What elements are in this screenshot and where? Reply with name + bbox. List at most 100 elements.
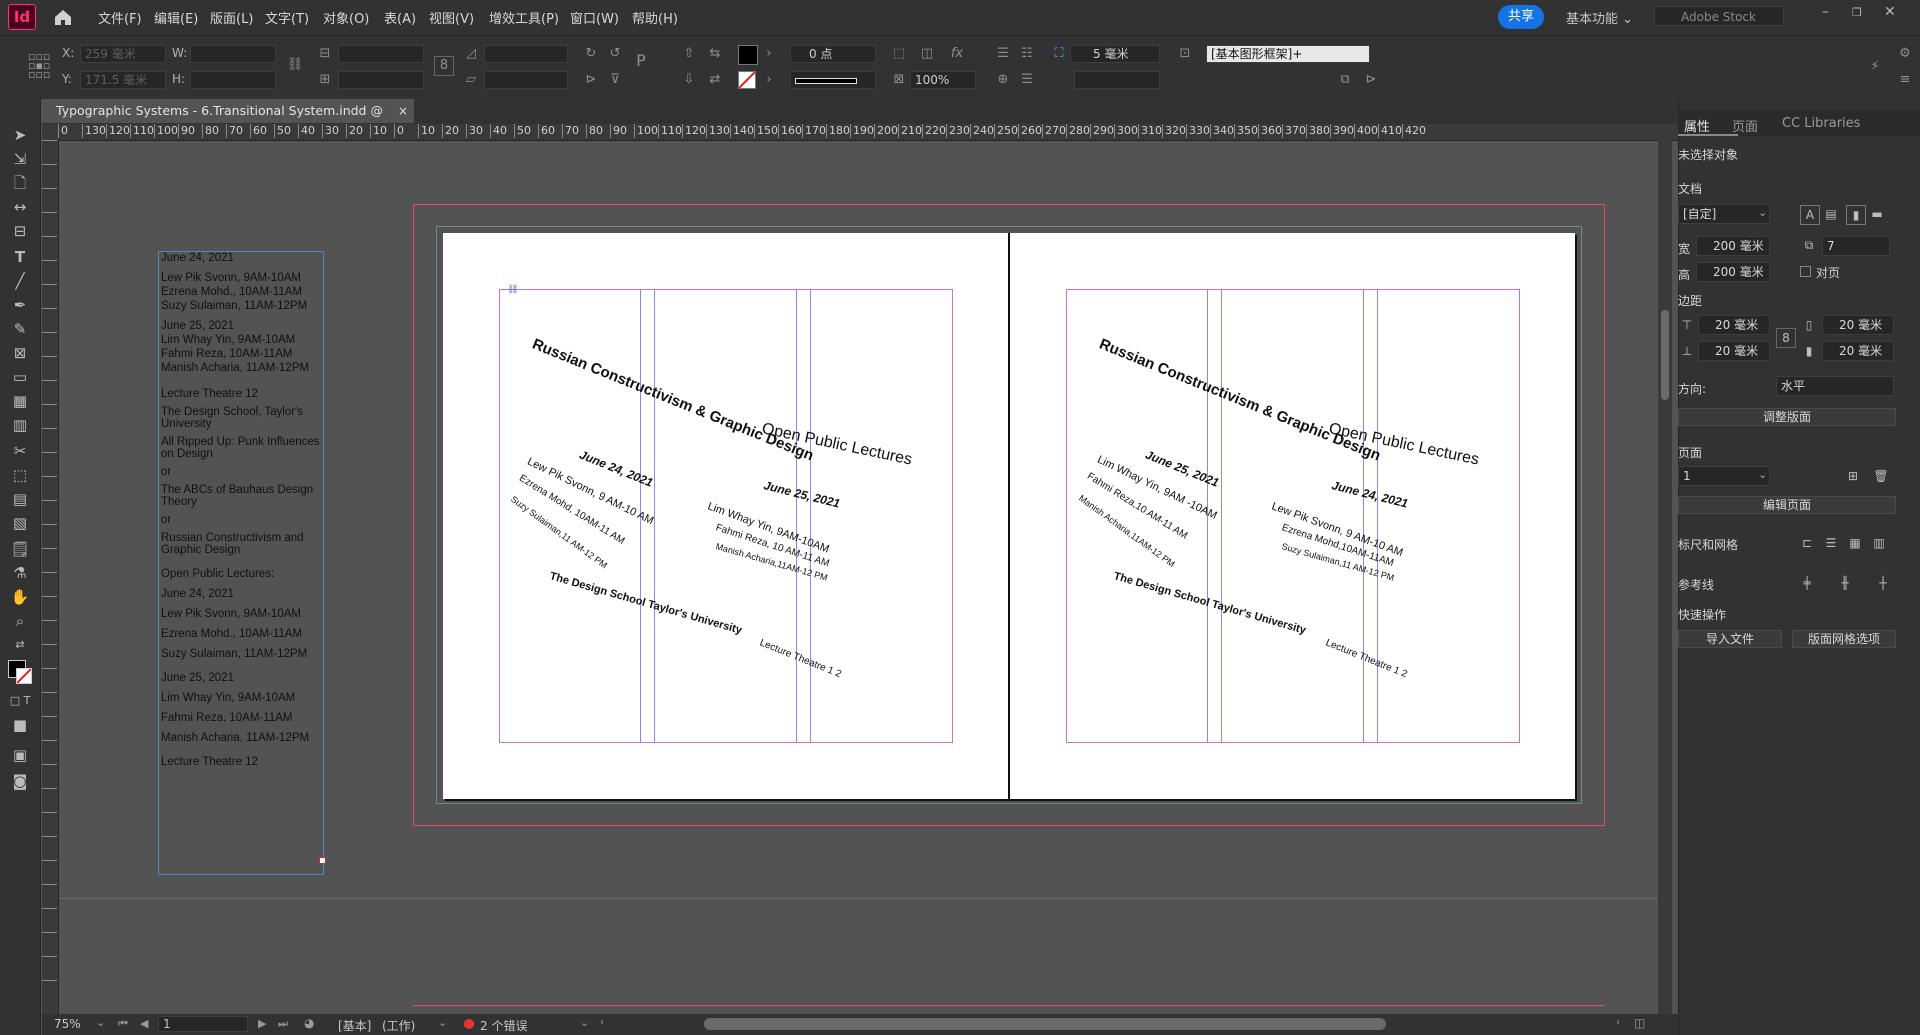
panel-menu-icon[interactable]: ≡: [1896, 71, 1914, 89]
constrain-link-icon[interactable]: ⛓: [286, 56, 304, 74]
portrait-icon[interactable]: ▮: [1846, 205, 1866, 225]
preflight-errors[interactable]: 2 个错误: [480, 1017, 527, 1034]
tab-pages[interactable]: 页面: [1732, 116, 1758, 135]
vertical-scrollbar[interactable]: [1658, 124, 1672, 1014]
line-tool-icon[interactable]: ╱: [8, 270, 32, 292]
clear-overrides-icon[interactable]: ⧉: [1336, 71, 1354, 89]
page-select[interactable]: 1: [1678, 466, 1770, 486]
edit-page-button[interactable]: 编辑页面: [1678, 496, 1896, 514]
margin-top-field[interactable]: 20 毫米: [1698, 315, 1770, 335]
facing-pages-checkbox[interactable]: [1800, 266, 1811, 277]
last-page-icon[interactable]: ⏭: [278, 1017, 288, 1031]
stroke-swatch[interactable]: [738, 71, 756, 89]
align-left-icon[interactable]: ☰: [994, 45, 1012, 63]
menu-item[interactable]: 窗口(W): [570, 8, 619, 27]
content-collector-icon[interactable]: ⊟: [8, 220, 32, 242]
auto-fit-icon[interactable]: ⛶: [1050, 45, 1068, 63]
home-icon[interactable]: [52, 6, 74, 28]
previous-page-icon[interactable]: ◀: [140, 1017, 148, 1030]
export-preset-icon[interactable]: A: [1800, 205, 1820, 225]
share-button[interactable]: 共享: [1498, 5, 1544, 29]
w-field[interactable]: [190, 45, 276, 63]
select-previous-icon[interactable]: ⇆: [706, 45, 724, 63]
preview-mode-icon[interactable]: ◙: [8, 770, 32, 792]
link-chain-icon[interactable]: ⛓: [507, 285, 518, 295]
document-width-field[interactable]: 200 毫米: [1696, 236, 1770, 256]
hand-tool-icon[interactable]: ✋: [8, 586, 32, 608]
vertical-scroll-thumb[interactable]: [1661, 310, 1669, 400]
gap-field[interactable]: 5 毫米: [1070, 45, 1160, 63]
horizontal-scroll-thumb[interactable]: [704, 1018, 1386, 1030]
formatting-container-icon[interactable]: □ T: [8, 690, 32, 712]
landscape-icon[interactable]: ▬: [1868, 205, 1886, 223]
document-tab[interactable]: Typographic Systems - 6.Transitional Sys…: [42, 99, 414, 142]
overset-handle[interactable]: [319, 857, 326, 864]
swap-colors-icon[interactable]: ⇄: [8, 634, 32, 656]
baseline-grid-icon[interactable]: ☰: [1822, 534, 1840, 552]
mode-label[interactable]: (工作): [382, 1017, 415, 1034]
pasteboard-text-frame[interactable]: June 24, 2021 Lew Pik Svonn, 9AM-10AM Ezre…: [158, 251, 324, 875]
first-page-icon[interactable]: ⏮: [118, 1017, 128, 1031]
pen-tool-icon[interactable]: ✒: [8, 294, 32, 316]
menu-item[interactable]: 编辑(E): [154, 8, 198, 27]
select-container-icon[interactable]: ⇧: [680, 45, 698, 63]
stroke-menu-icon[interactable]: ›: [760, 71, 778, 89]
y-field[interactable]: 171.5 毫米: [80, 71, 166, 89]
grid-tool-icon[interactable]: ▥: [8, 414, 32, 436]
split-view-icon[interactable]: ◫: [1634, 1016, 1645, 1030]
screen-mode-icon[interactable]: ▣: [8, 744, 32, 766]
align-center-icon[interactable]: ☷: [1018, 45, 1036, 63]
menu-item[interactable]: 文字(T): [265, 8, 309, 27]
gap-tool-icon[interactable]: ↔: [8, 196, 32, 218]
flip-vertical-icon[interactable]: ⊽: [606, 71, 624, 89]
style-options-icon[interactable]: ⊳: [1362, 71, 1380, 89]
flip-horizontal-icon[interactable]: ⊳: [582, 71, 600, 89]
eyedropper-tool-icon[interactable]: ⚗: [8, 562, 32, 584]
open-page-icon[interactable]: ◕: [304, 1016, 314, 1030]
drop-shadow-icon[interactable]: ◫: [918, 45, 936, 63]
gradient-feather-tool-icon[interactable]: ▧: [8, 512, 32, 534]
effects-fx-icon[interactable]: fx: [948, 45, 966, 63]
document-preset-select[interactable]: [自定]: [1678, 204, 1770, 224]
layout-grid-icon[interactable]: ▥: [1870, 534, 1888, 552]
select-next-icon[interactable]: ⇄: [706, 71, 724, 89]
gradient-swatch-tool-icon[interactable]: ▤: [8, 488, 32, 510]
smart-guides-icon[interactable]: ┼: [1874, 574, 1892, 592]
document-height-field[interactable]: 200 毫米: [1696, 262, 1770, 282]
ruler-origin[interactable]: [42, 124, 58, 140]
menu-item[interactable]: 表(A): [384, 8, 416, 27]
pencil-tool-icon[interactable]: ✎: [8, 318, 32, 340]
margin-bottom-field[interactable]: 20 毫米: [1698, 341, 1770, 361]
scroll-left-icon[interactable]: ‹: [600, 1017, 604, 1028]
fill-swatch[interactable]: [738, 45, 758, 65]
tab-cc-libraries[interactable]: CC Libraries: [1782, 116, 1860, 131]
rotate-ccw-icon[interactable]: ↺: [606, 45, 624, 63]
text-wrap-icon[interactable]: ⊕: [994, 71, 1012, 89]
scale-link-icon[interactable]: 8: [434, 56, 454, 76]
stroke-color-icon[interactable]: [16, 668, 32, 684]
layout-grid-options-button[interactable]: 版面网格选项: [1792, 630, 1896, 648]
rotate-cw-icon[interactable]: ↻: [582, 45, 600, 63]
rectangle-tool-icon[interactable]: ▭: [8, 366, 32, 388]
scale-x-field[interactable]: [338, 45, 424, 63]
workspace-switcher[interactable]: 基本功能 ⌄: [1566, 8, 1633, 27]
preflight-chevron-down-icon[interactable]: ⌄: [580, 1016, 589, 1029]
stock-search-input[interactable]: Adobe Stock: [1654, 6, 1784, 26]
h-field[interactable]: [190, 71, 276, 89]
menu-item[interactable]: 增效工具(P): [489, 8, 559, 27]
stroke-type-select[interactable]: [790, 71, 876, 89]
wrap-offset-select[interactable]: [1074, 71, 1160, 89]
rotate-field[interactable]: [484, 45, 568, 63]
type-tool-icon[interactable]: T: [8, 246, 32, 268]
scroll-right-icon[interactable]: ›: [1616, 1017, 1620, 1028]
note-tool-icon[interactable]: 🗒: [8, 538, 32, 560]
opacity-field[interactable]: 100%: [910, 71, 976, 89]
save-preset-icon[interactable]: ▤: [1822, 205, 1840, 223]
orientation-select[interactable]: 水平: [1776, 376, 1894, 396]
pages-count-field[interactable]: 7: [1822, 236, 1890, 256]
select-content-icon[interactable]: ⇩: [680, 71, 698, 89]
x-field[interactable]: 259 毫米: [80, 45, 166, 63]
restore-icon[interactable]: ❐: [1852, 6, 1862, 19]
delete-page-icon[interactable]: 🗑: [1872, 467, 1890, 485]
stroke-weight-field[interactable]: 0 点: [790, 45, 876, 63]
